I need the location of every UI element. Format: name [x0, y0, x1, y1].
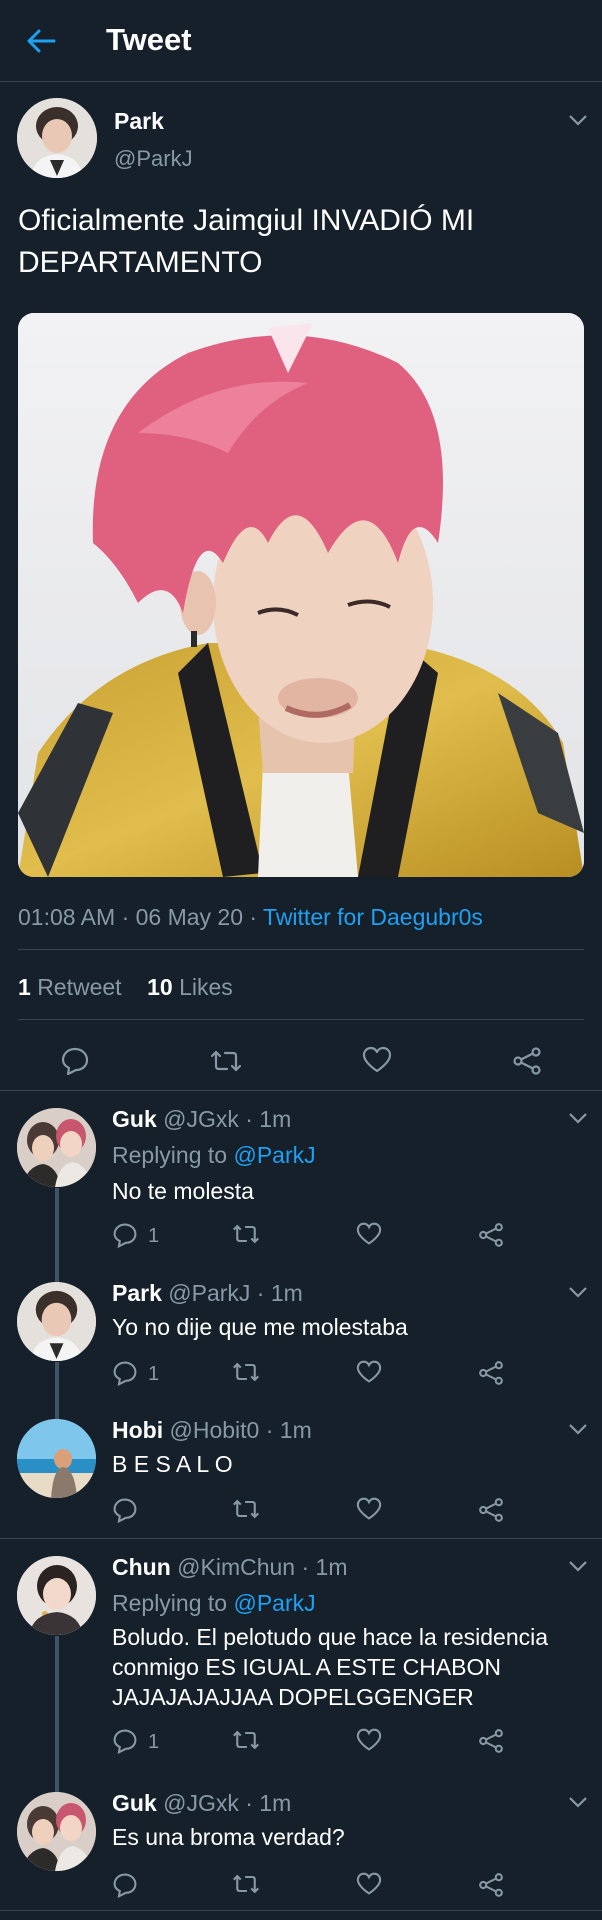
avatar[interactable]: [17, 1792, 96, 1871]
retweet-icon[interactable]: [232, 1497, 260, 1521]
reply-actions: [112, 1497, 572, 1527]
reply-actions: 1: [112, 1222, 572, 1252]
share-icon[interactable]: [478, 1728, 504, 1754]
thread-line: [55, 1636, 59, 1793]
divider: [0, 1910, 602, 1911]
reply-icon[interactable]: [112, 1728, 138, 1754]
reply-author-name[interactable]: Guk: [112, 1106, 157, 1132]
avatar[interactable]: [17, 1108, 96, 1187]
share-icon[interactable]: [478, 1872, 504, 1898]
retweet-count[interactable]: 1: [18, 974, 31, 1000]
reply-author-name[interactable]: Hobi: [112, 1417, 163, 1443]
tweet-timestamp: 01:08 AM · 06 May 20 · Twitter for Daegu…: [18, 904, 483, 930]
chevron-down-icon[interactable]: [568, 1796, 588, 1808]
chevron-down-icon[interactable]: [568, 1112, 588, 1124]
share-icon[interactable]: [512, 1046, 542, 1076]
retweet-icon[interactable]: [232, 1872, 260, 1896]
retweet-icon[interactable]: [232, 1222, 260, 1246]
avatar[interactable]: [17, 1282, 96, 1361]
retweet-icon[interactable]: [232, 1728, 260, 1752]
heart-icon[interactable]: [356, 1497, 382, 1521]
retweet-icon[interactable]: [232, 1360, 260, 1384]
heart-icon[interactable]: [362, 1046, 392, 1074]
like-count[interactable]: 10: [147, 974, 173, 1000]
chevron-down-icon[interactable]: [568, 1286, 588, 1298]
reply-meta: @JGxk · 1m: [163, 1106, 292, 1132]
share-icon[interactable]: [478, 1360, 504, 1386]
reply-meta: @Hobit0 · 1m: [169, 1417, 312, 1443]
divider: [18, 1019, 584, 1020]
reply-icon[interactable]: [112, 1360, 138, 1386]
reply-count: 1: [148, 1731, 160, 1753]
reply-author-name[interactable]: Guk: [112, 1790, 157, 1816]
reply-text: Es una broma verdad?: [112, 1824, 345, 1850]
tweet-actions: [0, 1032, 602, 1092]
heart-icon[interactable]: [356, 1728, 382, 1752]
divider: [0, 1538, 602, 1539]
reply-icon[interactable]: [112, 1872, 138, 1898]
reply-icon[interactable]: [60, 1046, 90, 1076]
reply-meta: @KimChun · 1m: [177, 1554, 348, 1580]
thread-line: [55, 1188, 59, 1283]
share-icon[interactable]: [478, 1222, 504, 1248]
page-title: Tweet: [106, 22, 192, 57]
heart-icon[interactable]: [356, 1872, 382, 1896]
reply-author-name[interactable]: Chun: [112, 1554, 171, 1580]
retweet-label[interactable]: Retweet: [37, 974, 121, 1000]
reply-text: B E S A L O: [112, 1451, 233, 1477]
avatar[interactable]: [17, 98, 97, 178]
replying-to-link[interactable]: @ParkJ: [233, 1590, 315, 1616]
reply-actions: 1: [112, 1360, 572, 1390]
reply-meta: @ParkJ · 1m: [168, 1280, 303, 1306]
like-label[interactable]: Likes: [179, 974, 233, 1000]
reply-actions: 1: [112, 1728, 572, 1758]
divider: [18, 949, 584, 950]
reply-text: No te molesta: [112, 1178, 254, 1204]
arrow-left-icon[interactable]: [26, 28, 56, 54]
avatar[interactable]: [17, 1419, 96, 1498]
heart-icon[interactable]: [356, 1360, 382, 1384]
reply-actions: [112, 1872, 572, 1902]
author-handle[interactable]: @ParkJ: [114, 146, 193, 172]
chevron-down-icon[interactable]: [568, 1560, 588, 1572]
reply-count: 1: [148, 1225, 160, 1247]
top-bar: Tweet: [0, 0, 602, 82]
tweet-image[interactable]: [18, 313, 584, 877]
reply-meta: @JGxk · 1m: [163, 1790, 292, 1816]
chevron-down-icon[interactable]: [568, 114, 588, 126]
author-name[interactable]: Park: [114, 108, 164, 135]
reply-count: 1: [148, 1363, 160, 1385]
reply-author-name[interactable]: Park: [112, 1280, 162, 1306]
divider: [0, 1090, 602, 1091]
heart-icon[interactable]: [356, 1222, 382, 1246]
tweet-text: Oficialmente Jaimgiul INVADIÓ MI DEPARTA…: [18, 204, 475, 279]
tweet-stats: 1 Retweet 10 Likes: [18, 974, 233, 1001]
reply-icon[interactable]: [112, 1222, 138, 1248]
reply-text: Boludo. El pelotudo que hace la residenc…: [112, 1624, 549, 1710]
reply-icon[interactable]: [112, 1497, 138, 1523]
thread-line: [55, 1362, 59, 1419]
reply-text: Yo no dije que me molestaba: [112, 1314, 408, 1340]
replying-to-link[interactable]: @ParkJ: [233, 1142, 315, 1168]
retweet-icon[interactable]: [210, 1048, 242, 1074]
share-icon[interactable]: [478, 1497, 504, 1523]
chevron-down-icon[interactable]: [568, 1423, 588, 1435]
avatar[interactable]: [17, 1556, 96, 1635]
tweet-source-link[interactable]: Twitter for Daegubr0s: [263, 904, 483, 930]
